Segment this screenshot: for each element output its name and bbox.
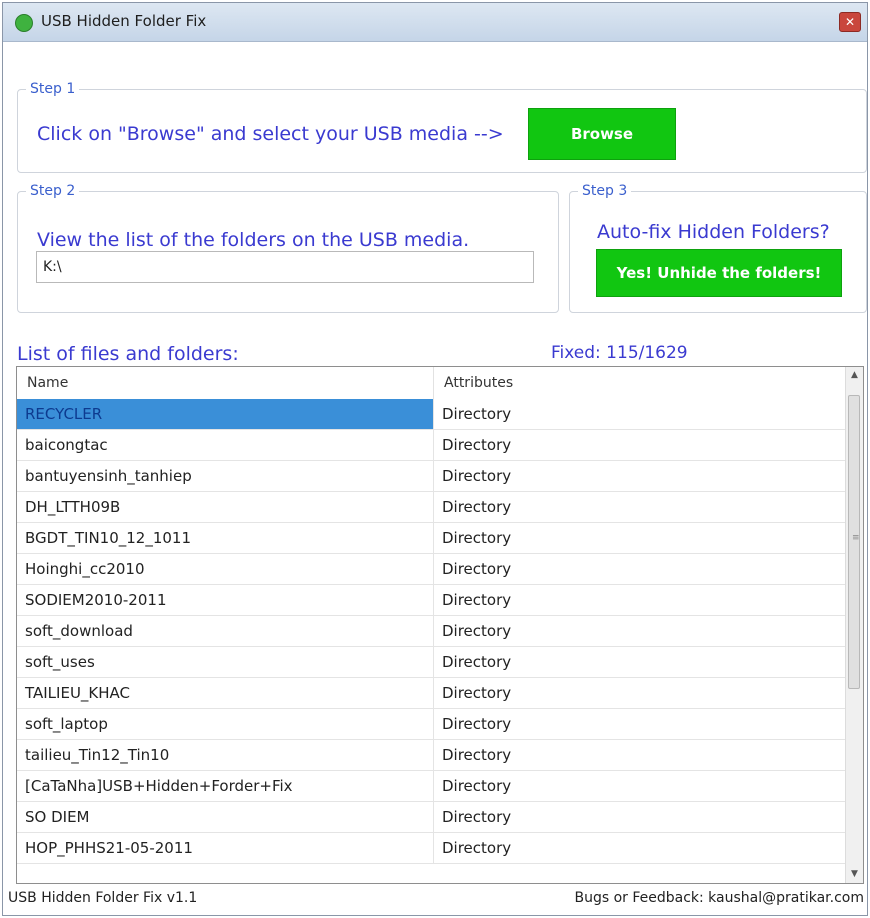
- row-attributes: Directory: [434, 740, 847, 771]
- row-attributes: Directory: [434, 616, 847, 647]
- row-attributes: Directory: [434, 430, 847, 461]
- row-name: SO DIEM: [17, 802, 434, 833]
- table-row[interactable]: Hoinghi_cc2010 Directory: [17, 554, 847, 585]
- step3-question: Auto-fix Hidden Folders?: [597, 221, 830, 243]
- row-attributes: Directory: [434, 833, 847, 864]
- close-button[interactable]: ✕: [839, 12, 861, 32]
- row-name: soft_uses: [17, 647, 434, 678]
- row-name: SODIEM2010-2011: [17, 585, 434, 616]
- row-attributes: Directory: [434, 554, 847, 585]
- grip-icon: ≡: [852, 533, 860, 543]
- close-icon: ✕: [844, 15, 856, 29]
- row-name: DH_LTTH09B: [17, 492, 434, 523]
- scroll-thumb[interactable]: ≡: [848, 395, 860, 689]
- row-attributes: Directory: [434, 461, 847, 492]
- table-row[interactable]: soft_uses Directory: [17, 647, 847, 678]
- table-row[interactable]: TAILIEU_KHAC Directory: [17, 678, 847, 709]
- table-row[interactable]: SODIEM2010-2011 Directory: [17, 585, 847, 616]
- table-row[interactable]: bantuyensinh_tanhiep Directory: [17, 461, 847, 492]
- row-attributes: Directory: [434, 709, 847, 740]
- title-bar[interactable]: USB Hidden Folder Fix ✕: [3, 3, 867, 42]
- row-attributes: Directory: [434, 585, 847, 616]
- row-name: bantuyensinh_tanhiep: [17, 461, 434, 492]
- version-label: USB Hidden Folder Fix v1.1: [8, 890, 198, 906]
- row-attributes: Directory: [434, 647, 847, 678]
- fixed-count: Fixed: 115/1629: [551, 343, 688, 363]
- browse-button[interactable]: Browse: [528, 108, 676, 160]
- table-row[interactable]: HOP_PHHS21-05-2011 Directory: [17, 833, 847, 864]
- table-row[interactable]: soft_laptop Directory: [17, 709, 847, 740]
- list-header: Name Attributes: [17, 367, 847, 399]
- table-row[interactable]: BGDT_TIN10_12_1011 Directory: [17, 523, 847, 554]
- feedback-label: Bugs or Feedback: kaushal@pratikar.com: [574, 890, 864, 906]
- row-name: [CaTaNha]USB+Hidden+Forder+Fix: [17, 771, 434, 802]
- row-name: soft_download: [17, 616, 434, 647]
- column-header-attributes[interactable]: Attributes: [434, 367, 847, 399]
- row-name: baicongtac: [17, 430, 434, 461]
- step3-legend: Step 3: [582, 183, 628, 199]
- row-name: Hoinghi_cc2010: [17, 554, 434, 585]
- chevron-down-icon[interactable]: ▼: [846, 866, 863, 883]
- window-title: USB Hidden Folder Fix: [41, 12, 207, 30]
- step2-legend: Step 2: [30, 183, 76, 199]
- row-name: TAILIEU_KHAC: [17, 678, 434, 709]
- table-row[interactable]: SO DIEM Directory: [17, 802, 847, 833]
- file-list[interactable]: Name Attributes RECYCLER Directory baicong…: [16, 366, 864, 884]
- list-caption: List of files and folders:: [17, 343, 239, 365]
- table-row[interactable]: RECYCLER Directory: [17, 399, 847, 430]
- row-attributes: Directory: [434, 678, 847, 709]
- table-row[interactable]: soft_download Directory: [17, 616, 847, 647]
- list-rows: RECYCLER Directory baicongtac Directory bant…: [17, 399, 847, 864]
- row-name: soft_laptop: [17, 709, 434, 740]
- row-attributes: Directory: [434, 771, 847, 802]
- table-row[interactable]: DH_LTTH09B Directory: [17, 492, 847, 523]
- usb-path-input[interactable]: [36, 251, 534, 283]
- app-icon: [15, 14, 33, 32]
- step1-legend: Step 1: [30, 81, 76, 97]
- row-name: tailieu_Tin12_Tin10: [17, 740, 434, 771]
- row-attributes: Directory: [434, 523, 847, 554]
- row-name: BGDT_TIN10_12_1011: [17, 523, 434, 554]
- table-row[interactable]: baicongtac Directory: [17, 430, 847, 461]
- table-row[interactable]: tailieu_Tin12_Tin10 Directory: [17, 740, 847, 771]
- row-attributes: Directory: [434, 802, 847, 833]
- step1-instruction: Click on "Browse" and select your USB me…: [37, 123, 504, 145]
- table-row[interactable]: [CaTaNha]USB+Hidden+Forder+Fix Directory: [17, 771, 847, 802]
- row-attributes: Directory: [434, 492, 847, 523]
- column-header-name[interactable]: Name: [17, 367, 434, 399]
- step2-instruction: View the list of the folders on the USB …: [37, 229, 470, 251]
- chevron-up-icon[interactable]: ▲: [846, 367, 863, 384]
- vertical-scrollbar[interactable]: ▲ ≡ ▼: [845, 367, 863, 883]
- row-name: RECYCLER: [17, 399, 434, 430]
- row-attributes: Directory: [434, 399, 847, 430]
- unhide-folders-button[interactable]: Yes! Unhide the folders!: [596, 249, 842, 297]
- row-name: HOP_PHHS21-05-2011: [17, 833, 434, 864]
